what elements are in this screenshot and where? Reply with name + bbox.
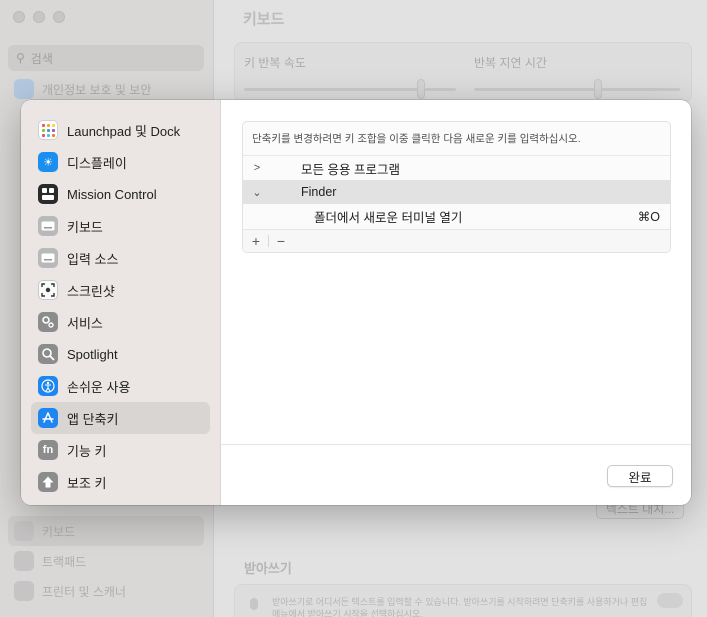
sidebar-item-screenshots[interactable]: 스크린샷 (31, 274, 210, 306)
launchpad-icon (38, 120, 58, 140)
modifier-keys-icon (38, 472, 58, 492)
sidebar-item-mission-control[interactable]: Mission Control (31, 178, 210, 210)
sidebar-item-app-shortcuts[interactable]: 앱 단축키 (31, 402, 210, 434)
chevron-right-icon[interactable]: > (250, 162, 264, 174)
keyboard-shortcuts-sheet: Launchpad 및 Dock ☀ 디스플레이 Mission Control… (21, 100, 691, 505)
sidebar-item-display[interactable]: ☀ 디스플레이 (31, 146, 210, 178)
sidebar-item-spotlight[interactable]: Spotlight (31, 338, 210, 370)
sidebar-item-modifier-keys[interactable]: 보조 키 (31, 466, 210, 498)
sidebar-item-function-keys[interactable]: fn 기능 키 (31, 434, 210, 466)
chevron-down-icon[interactable]: ⌄ (250, 186, 264, 199)
spotlight-icon (38, 344, 58, 364)
shortcut-key-combo[interactable]: ⌘O (638, 209, 660, 224)
display-icon: ☀ (38, 152, 58, 172)
shortcuts-table: 단축키를 변경하려면 키 조합을 이중 클릭한 다음 새로운 키를 입력하십시오… (242, 121, 671, 253)
done-button[interactable]: 완료 (607, 465, 673, 487)
sidebar-item-input-sources[interactable]: 입력 소스 (31, 242, 210, 274)
keyboard-icon (38, 216, 58, 236)
services-icon (38, 312, 58, 332)
add-shortcut-button[interactable]: + (248, 233, 264, 249)
remove-shortcut-button[interactable]: − (273, 233, 289, 249)
sheet-footer: 완료 (221, 444, 691, 505)
sidebar-item-services[interactable]: 서비스 (31, 306, 210, 338)
mission-control-icon (38, 184, 58, 204)
shortcut-group-finder[interactable]: ⌄ Finder (243, 180, 670, 204)
app-shortcuts-icon (38, 408, 58, 428)
shortcut-row[interactable]: 폴더에서 새로운 터미널 열기 ⌘O (243, 204, 670, 228)
shortcuts-sidebar: Launchpad 및 Dock ☀ 디스플레이 Mission Control… (21, 100, 221, 505)
shortcut-group-all-apps[interactable]: > 모든 응용 프로그램 (243, 156, 670, 180)
shortcuts-main: 단축키를 변경하려면 키 조합을 이중 클릭한 다음 새로운 키를 입력하십시오… (221, 100, 691, 505)
table-toolbar: + − (243, 229, 670, 252)
accessibility-icon (38, 376, 58, 396)
shortcut-menu-title: 폴더에서 새로운 터미널 열기 (314, 210, 463, 225)
shortcuts-hint: 단축키를 변경하려면 키 조합을 이중 클릭한 다음 새로운 키를 입력하십시오… (243, 122, 670, 156)
group-label: Finder (301, 185, 337, 199)
screenshot-icon (38, 280, 58, 300)
group-label: 모든 응용 프로그램 (301, 162, 400, 177)
sidebar-item-accessibility[interactable]: 손쉬운 사용 (31, 370, 210, 402)
toolbar-divider (268, 235, 269, 247)
sidebar-item-launchpad[interactable]: Launchpad 및 Dock (31, 114, 210, 146)
function-keys-icon: fn (38, 440, 58, 460)
input-sources-icon (38, 248, 58, 268)
sidebar-item-keyboard[interactable]: 키보드 (31, 210, 210, 242)
